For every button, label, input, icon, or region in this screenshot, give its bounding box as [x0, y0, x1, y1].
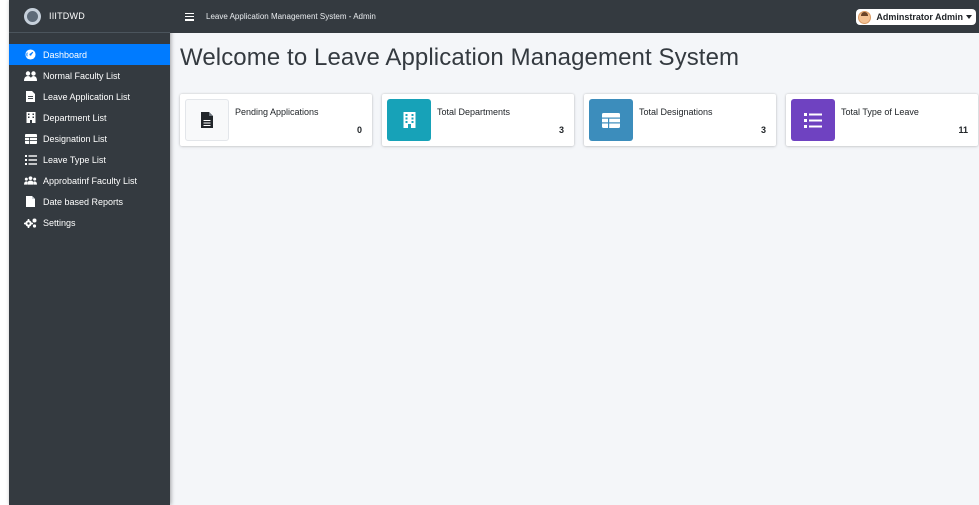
sidebar-item-label: Designation List	[43, 133, 108, 144]
page-title: Welcome to Leave Application Management …	[180, 44, 740, 71]
sidebar-item-label: Normal Faculty List	[43, 70, 121, 81]
sidebar-item-label: Date based Reports	[43, 196, 124, 207]
sidebar-item-label: Settings	[43, 217, 76, 228]
sidebar-item-label: Dashboard	[43, 49, 88, 60]
sidebar-item-department-list[interactable]: Department List	[9, 107, 170, 128]
building-icon	[387, 99, 431, 141]
sidebar-item-settings[interactable]: Settings	[9, 212, 170, 233]
sidebar-item-label: Approbatinf Faculty List	[43, 175, 138, 186]
dashboard-icon	[24, 49, 37, 60]
building-icon	[24, 112, 37, 123]
user-menu-button[interactable]: Adminstrator Admin	[856, 9, 976, 25]
card-value: 11	[958, 125, 968, 135]
total-departments-card[interactable]: Total Departments 3	[382, 94, 574, 146]
total-designations-card[interactable]: Total Designations 3	[584, 94, 776, 146]
sidebar-item-designation-list[interactable]: Designation List	[9, 128, 170, 149]
brand-link[interactable]: IIITDWD	[9, 0, 170, 33]
brand-logo-icon	[24, 7, 41, 25]
file-icon	[24, 91, 37, 102]
users-group-icon	[24, 175, 37, 186]
menu-toggle-icon[interactable]	[185, 12, 194, 21]
card-value: 3	[558, 125, 564, 135]
users-icon	[24, 70, 37, 81]
report-file-icon	[24, 196, 37, 207]
top-navbar: Leave Application Management System - Ad…	[170, 0, 979, 33]
app-title: Leave Application Management System - Ad…	[206, 12, 376, 21]
sidebar-item-normal-faculty-list[interactable]: Normal Faculty List	[9, 65, 170, 86]
list-icon	[791, 99, 835, 141]
sidebar-item-leave-application-list[interactable]: Leave Application List	[9, 86, 170, 107]
brand-name: IIITDWD	[49, 11, 85, 21]
card-value: 0	[356, 125, 362, 135]
sidebar-item-leave-type-list[interactable]: Leave Type List	[9, 149, 170, 170]
card-label: Total Designations	[639, 107, 713, 117]
caret-down-icon	[966, 15, 972, 19]
user-name: Adminstrator Admin	[876, 12, 963, 22]
total-type-of-leave-card[interactable]: Total Type of Leave 11	[786, 94, 978, 146]
sidebar-item-label: Leave Application List	[43, 91, 131, 102]
table-icon	[24, 133, 37, 144]
avatar	[858, 10, 872, 24]
card-label: Total Departments	[437, 107, 511, 117]
sidebar-nav: Dashboard Normal Faculty List Leave Appl…	[9, 33, 170, 233]
table-icon	[589, 99, 633, 141]
sidebar-item-dashboard[interactable]: Dashboard	[9, 44, 170, 65]
sidebar-item-date-based-reports[interactable]: Date based Reports	[9, 191, 170, 212]
file-icon	[185, 99, 229, 141]
pending-applications-card[interactable]: Pending Applications 0	[180, 94, 372, 146]
list-icon	[24, 154, 37, 165]
card-value: 3	[760, 125, 766, 135]
left-margin	[0, 0, 9, 505]
card-label: Pending Applications	[235, 107, 319, 117]
sidebar-item-label: Department List	[43, 112, 107, 123]
card-label: Total Type of Leave	[841, 107, 919, 117]
sidebar: IIITDWD Dashboard Normal Faculty List Le…	[9, 0, 170, 505]
sidebar-item-approbatinf-faculty-list[interactable]: Approbatinf Faculty List	[9, 170, 170, 191]
sidebar-item-label: Leave Type List	[43, 154, 106, 165]
gears-icon	[24, 217, 37, 228]
